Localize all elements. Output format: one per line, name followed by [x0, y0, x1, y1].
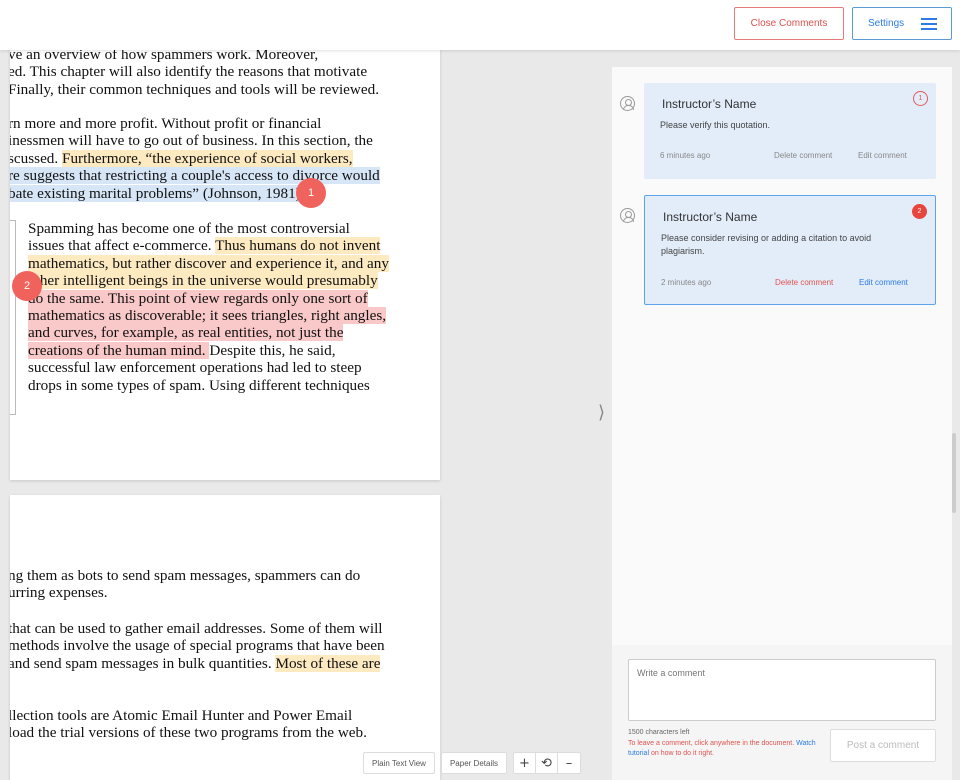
- document-page-2[interactable]: ng them as bots to send spam messages, s…: [10, 495, 440, 780]
- blockquote[interactable]: Spamming has become one of the most cont…: [28, 220, 389, 394]
- text-span: Despite this, he said,: [209, 341, 336, 359]
- close-comments-button[interactable]: Close Comments: [734, 7, 844, 40]
- text-line: that can be used to gather email address…: [10, 620, 383, 637]
- text-line: load the trial versions of these two pro…: [10, 724, 367, 742]
- user-avatar-icon: [620, 96, 635, 111]
- text-span: and send spam messages in bulk quantitie…: [10, 654, 276, 672]
- comment-marker-2[interactable]: 2: [12, 271, 42, 301]
- comment-hint: To leave a comment, click anywhere in th…: [628, 739, 818, 759]
- highlight-comment-1[interactable]: re suggests that restricting a couple's …: [10, 167, 380, 185]
- document-page-1[interactable]: ve an overview of how spammers work. Mor…: [10, 40, 440, 480]
- paragraph-bots[interactable]: ng them as bots to send spam messages, s…: [10, 567, 360, 602]
- text-line: rn more and more profit. Without profit …: [10, 115, 322, 132]
- hint-text: on how to do it right.: [649, 750, 714, 757]
- document-toolbar: Plain Text View Paper Details + ⟲ –: [363, 752, 581, 774]
- settings-label: Settings: [868, 18, 905, 29]
- comments-panel: Instructor’s Name Please verify this quo…: [612, 67, 952, 780]
- paragraph-intro[interactable]: ve an overview of how spammers work. Mor…: [10, 46, 379, 98]
- delete-comment-button[interactable]: Delete comment: [774, 151, 832, 160]
- text-line: llection tools are Atomic Email Hunter a…: [10, 707, 353, 724]
- comment-number-badge: 1: [913, 91, 928, 106]
- text-line: successful law enforcement operations ha…: [28, 359, 362, 377]
- comment-text: Please verify this quotation.: [660, 120, 771, 130]
- text-line: methods involve the usage of special pro…: [10, 637, 385, 655]
- edit-comment-button[interactable]: Edit comment: [858, 151, 907, 160]
- hint-text: To leave a comment, click anywhere in th…: [628, 740, 797, 747]
- comment-time: 2 minutes ago: [661, 278, 712, 287]
- text-line: urring expenses.: [10, 584, 108, 602]
- text-line: drops in some types of spam. Using diffe…: [28, 376, 370, 394]
- scrollbar[interactable]: [952, 433, 956, 513]
- highlight-comment-2-active[interactable]: creations of the human mind.: [28, 341, 210, 359]
- comments-list: Instructor’s Name Please verify this quo…: [612, 67, 952, 645]
- text-span: scussed.: [10, 149, 62, 167]
- comment-input[interactable]: [628, 659, 936, 721]
- comment-marker-1[interactable]: 1: [296, 178, 326, 208]
- highlight-comment-2-active[interactable]: mathematics as discoverable; it sees tri…: [28, 307, 387, 325]
- user-avatar-icon: [620, 208, 635, 223]
- text-line: ed. This chapter will also identify the …: [10, 63, 368, 81]
- comment-text: Please consider revising or adding a cit…: [661, 233, 872, 256]
- comment-number-badge: 2: [912, 204, 927, 219]
- text-line: inessmen will have to go out of business…: [10, 132, 373, 150]
- characters-left: 1500 characters left: [628, 729, 690, 736]
- menu-icon: [921, 18, 937, 30]
- settings-button[interactable]: Settings: [852, 7, 952, 40]
- highlight[interactable]: Most of these are: [275, 654, 381, 672]
- highlight-comment-2[interactable]: Thus humans do not invent: [215, 237, 381, 255]
- zoom-in-icon[interactable]: +: [514, 753, 536, 773]
- paper-details-button[interactable]: Paper Details: [440, 752, 507, 774]
- text-line: and send spam messages in bulk quantitie…: [10, 654, 385, 672]
- edit-comment-button[interactable]: Edit comment: [859, 278, 908, 287]
- comment-card[interactable]: Instructor’s Name Please verify this quo…: [644, 83, 936, 179]
- highlight-comment-1[interactable]: bate existing marital problems” (Johnson…: [10, 184, 305, 202]
- reset-zoom-icon[interactable]: ⟲: [536, 753, 558, 773]
- zoom-controls: + ⟲ –: [513, 752, 581, 774]
- paragraph-email[interactable]: that can be used to gather email address…: [10, 620, 385, 672]
- comment-time: 6 minutes ago: [660, 151, 711, 160]
- highlight-comment-2[interactable]: other intelligent beings in the universe…: [28, 272, 378, 290]
- text-line: Finally, their common techniques and too…: [10, 80, 380, 98]
- text-line: creations of the human mind. Despite thi…: [28, 341, 389, 359]
- plain-text-view-button[interactable]: Plain Text View: [363, 752, 435, 774]
- highlight-comment-2-active[interactable]: and curves, for example, as real entitie…: [28, 324, 344, 342]
- text-line: Spamming has become one of the most cont…: [28, 220, 350, 237]
- text-line: ng them as bots to send spam messages, s…: [10, 567, 361, 584]
- text-line: scussed. Furthermore, “the experience of…: [10, 149, 380, 167]
- comment-author: Instructor’s Name: [662, 97, 757, 111]
- top-bar: Close Comments Settings: [0, 0, 960, 50]
- zoom-out-icon[interactable]: –: [558, 753, 580, 773]
- highlight-comment-1[interactable]: Furthermore, “the experience of social w…: [62, 149, 353, 167]
- text-span: issues that affect e-commerce.: [28, 237, 216, 255]
- text-line: issues that affect e-commerce. Thus huma…: [28, 237, 389, 255]
- panel-toggle-icon[interactable]: ⟩: [598, 402, 605, 423]
- highlight-comment-2[interactable]: mathematics, but rather discover and exp…: [28, 254, 389, 272]
- delete-comment-button[interactable]: Delete comment: [775, 278, 833, 287]
- paragraph-tools[interactable]: llection tools are Atomic Email Hunter a…: [10, 707, 367, 742]
- blockquote-bar: [10, 220, 16, 415]
- comment-author: Instructor’s Name: [663, 210, 758, 224]
- highlight-comment-2-active[interactable]: do the same. This point of view regards …: [28, 289, 368, 307]
- post-comment-button[interactable]: Post a comment: [830, 729, 936, 762]
- comment-card-active[interactable]: Instructor’s Name Please consider revisi…: [644, 195, 936, 305]
